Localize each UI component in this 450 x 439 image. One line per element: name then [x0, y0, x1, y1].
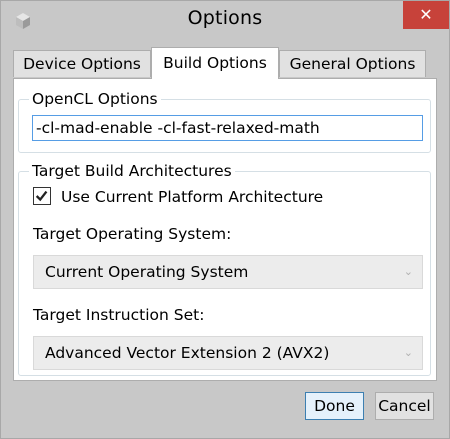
tab-build-options[interactable]: Build Options [151, 47, 279, 79]
tab-strip: Device Options Build Options General Opt… [13, 47, 433, 79]
done-button[interactable]: Done [305, 392, 364, 420]
tab-device-options[interactable]: Device Options [13, 50, 151, 77]
use-current-platform-checkbox[interactable] [33, 187, 51, 205]
target-os-dropdown[interactable]: Current Operating System ⌄ [33, 255, 423, 289]
target-build-architectures-legend: Target Build Architectures [29, 162, 235, 180]
chevron-down-icon: ⌄ [403, 346, 413, 359]
opencl-options-input[interactable]: -cl-mad-enable -cl-fast-relaxed-math [32, 115, 423, 141]
opencl-options-group: OpenCL Options -cl-mad-enable -cl-fast-r… [18, 90, 431, 153]
target-os-value: Current Operating System [45, 263, 249, 281]
build-options-panel: OpenCL Options -cl-mad-enable -cl-fast-r… [13, 78, 437, 381]
chevron-down-icon: ⌄ [403, 265, 413, 278]
close-icon: ✕ [419, 5, 433, 24]
options-window: Options ✕ Device Options Build Options G… [0, 0, 450, 439]
cancel-button[interactable]: Cancel [375, 392, 434, 420]
use-current-platform-label[interactable]: Use Current Platform Architecture [61, 188, 323, 206]
checkmark-icon [35, 190, 48, 202]
target-instruction-set-label: Target Instruction Set: [33, 306, 205, 324]
target-instruction-set-dropdown[interactable]: Advanced Vector Extension 2 (AVX2) ⌄ [33, 336, 423, 370]
opencl-options-legend: OpenCL Options [29, 90, 161, 108]
close-button[interactable]: ✕ [403, 1, 449, 29]
target-instruction-set-value: Advanced Vector Extension 2 (AVX2) [45, 344, 330, 362]
tab-general-options[interactable]: General Options [279, 50, 426, 77]
target-build-architectures-group: Target Build Architectures Use Current P… [18, 162, 431, 376]
title-bar[interactable]: Options ✕ [1, 1, 449, 41]
target-os-label: Target Operating System: [33, 225, 232, 243]
window-title: Options [187, 7, 263, 29]
